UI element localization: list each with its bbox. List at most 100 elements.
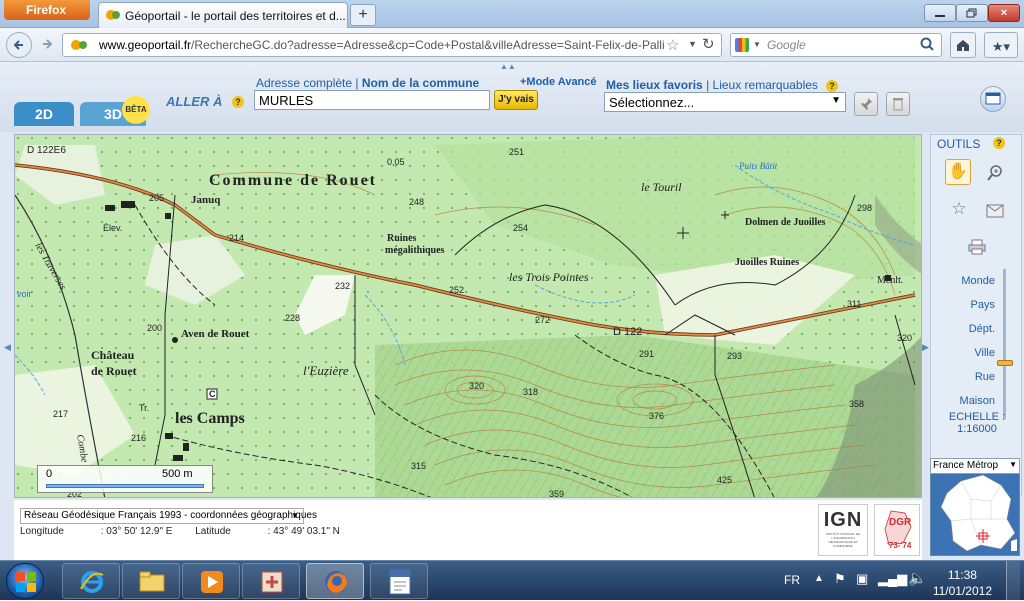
overview-region-select[interactable]: France Métrop ▼: [930, 458, 1020, 474]
home-button[interactable]: [950, 32, 976, 58]
dgr-logo[interactable]: DGR '73-'74: [874, 504, 920, 556]
go-button[interactable]: J'y vais: [494, 90, 538, 110]
back-button[interactable]: [6, 32, 32, 58]
top-banner: ▲▲ 2D 3D BÊTA ALLER À ? Adresse complète…: [0, 62, 1024, 132]
aller-a-label: ALLER À: [166, 94, 223, 109]
tab-geoportail[interactable]: Géoportail - le portail des territoires …: [98, 2, 348, 28]
flag-icon[interactable]: ⚑: [834, 571, 846, 587]
left-panel-toggle-icon[interactable]: ◀: [4, 342, 11, 353]
address-complete-link[interactable]: Adresse complète: [256, 76, 352, 90]
email-tool-button[interactable]: [983, 201, 1007, 223]
folder-icon: [139, 571, 165, 592]
new-tab-button[interactable]: +: [350, 4, 376, 26]
print-tool-button[interactable]: [965, 235, 989, 259]
help-icon[interactable]: ?: [232, 96, 244, 108]
projection-select[interactable]: Réseau Géodésique Français 1993 - coordo…: [20, 508, 317, 524]
latitude-value: : 43° 49' 03.1" N: [267, 526, 340, 537]
start-button[interactable]: [6, 563, 44, 599]
map-label-januq: Januq: [191, 194, 221, 206]
chevron-down-icon: ▼: [1009, 460, 1017, 469]
favorites-help-icon[interactable]: ?: [826, 80, 838, 92]
address-input[interactable]: MURLES: [254, 90, 490, 110]
navigation-bar: www.geoportail.fr/RechercheGC.do?adresse…: [0, 28, 1024, 62]
home-icon: [957, 40, 969, 51]
bookmarks-button[interactable]: ★▾: [984, 32, 1018, 58]
dgr-logo-text: DGR: [889, 517, 912, 528]
alt-label: 217: [53, 409, 68, 419]
volume-icon[interactable]: 🔈: [908, 569, 927, 587]
ign-logo[interactable]: IGN INSTITUT NATIONAL DE L'INFORMATION G…: [818, 504, 868, 556]
pin-button[interactable]: [854, 92, 878, 116]
clock[interactable]: 11:38 11/01/2012: [933, 567, 992, 599]
tools-title: OUTILS: [937, 137, 981, 151]
collapse-banner-icon[interactable]: ▲▲: [500, 62, 516, 71]
taskbar-app[interactable]: [242, 563, 300, 599]
map-label-menh: Menh.: [877, 275, 903, 286]
scale-line: [46, 484, 204, 488]
dropdown-arrow-icon[interactable]: ▼: [688, 39, 697, 49]
search-engine-dropdown-icon[interactable]: ▼: [753, 40, 761, 49]
zoom-level-dept[interactable]: Dépt.: [969, 323, 995, 335]
pan-tool-button[interactable]: ✋: [945, 159, 971, 185]
tray-expand-icon[interactable]: ▲: [814, 573, 824, 584]
hand-icon: ✋: [948, 163, 968, 180]
reload-icon[interactable]: ↻: [702, 35, 715, 53]
network-icon[interactable]: ▂▄▆: [878, 571, 907, 587]
map-label-megalithiques: mégalithiques: [385, 245, 445, 256]
alt-label: 311: [847, 299, 861, 309]
search-icon[interactable]: [919, 36, 935, 55]
zoom-level-ville[interactable]: Ville: [974, 347, 995, 359]
alt-label: 251: [509, 147, 524, 157]
map-view[interactable]: Commune de Rouet Januq Élev. Ruines méga…: [14, 134, 922, 498]
zoom-tool-button[interactable]: [983, 161, 1007, 185]
firefox-menu-button[interactable]: Firefox: [4, 0, 90, 20]
window-close-button[interactable]: ×: [988, 4, 1020, 22]
minimize-button[interactable]: [924, 4, 956, 22]
taskbar-firefox[interactable]: [306, 563, 364, 599]
advanced-mode-link[interactable]: +Mode Avancé: [520, 76, 597, 88]
favorite-tool-button[interactable]: ☆: [947, 199, 971, 223]
tab-2d[interactable]: 2D: [14, 102, 74, 126]
tools-help-icon[interactable]: ?: [993, 137, 1005, 149]
longitude-value: : 03° 50' 12.9" E: [100, 526, 173, 537]
device-icon[interactable]: ▣: [856, 571, 868, 587]
scale-start-label: 0: [46, 468, 53, 480]
delete-button[interactable]: [886, 92, 910, 116]
window-button[interactable]: [980, 86, 1006, 112]
zoom-icon: [987, 165, 1002, 181]
close-icon: ×: [1000, 7, 1008, 19]
remarkable-places-link[interactable]: Lieux remarquables: [713, 78, 818, 92]
taskbar-odf[interactable]: [370, 563, 428, 599]
my-favorites-link[interactable]: Mes lieux favoris: [606, 78, 703, 92]
forward-button[interactable]: [34, 32, 60, 58]
taskbar-ie[interactable]: [62, 563, 120, 599]
bookmark-star-icon[interactable]: ☆: [666, 36, 679, 54]
language-indicator[interactable]: FR: [784, 573, 800, 587]
restore-button[interactable]: [956, 4, 988, 22]
zoom-slider-track[interactable]: [1003, 269, 1006, 419]
right-panel-toggle-icon[interactable]: ▶: [922, 342, 929, 353]
alt-label: 228: [285, 313, 300, 323]
chevron-down-icon: ▼: [831, 95, 841, 106]
topographic-map[interactable]: Commune de Rouet Januq Élev. Ruines méga…: [15, 135, 922, 498]
taskbar-explorer[interactable]: [122, 563, 180, 599]
search-input[interactable]: ▼ Google: [730, 33, 942, 57]
alt-label: 376: [649, 411, 664, 421]
favorites-select[interactable]: Sélectionnez... ▼: [604, 92, 846, 112]
alt-label: 252: [449, 285, 464, 295]
map-label-chateau-1: Château: [91, 348, 135, 362]
zoom-level-pays[interactable]: Pays: [971, 299, 995, 311]
zoom-level-monde[interactable]: Monde: [961, 275, 995, 287]
zoom-slider-handle[interactable]: [997, 360, 1013, 366]
map-label-ruines: Ruines: [387, 233, 417, 244]
map-label-touril: le Touril: [641, 180, 682, 194]
system-tray: FR ▲ ⚑ ▣ ▂▄▆ 🔈 11:38 11/01/2012: [780, 561, 1020, 601]
zoom-level-rue[interactable]: Rue: [975, 371, 995, 383]
commune-name-link[interactable]: Nom de la commune: [362, 76, 479, 90]
zoom-level-maison[interactable]: Maison: [960, 395, 995, 407]
taskbar-media-player[interactable]: [182, 563, 240, 599]
show-desktop-button[interactable]: [1006, 561, 1020, 601]
map-label-c: C: [209, 389, 216, 399]
windows-logo-icon: [16, 572, 36, 592]
url-bar[interactable]: www.geoportail.fr/RechercheGC.do?adresse…: [62, 33, 722, 57]
